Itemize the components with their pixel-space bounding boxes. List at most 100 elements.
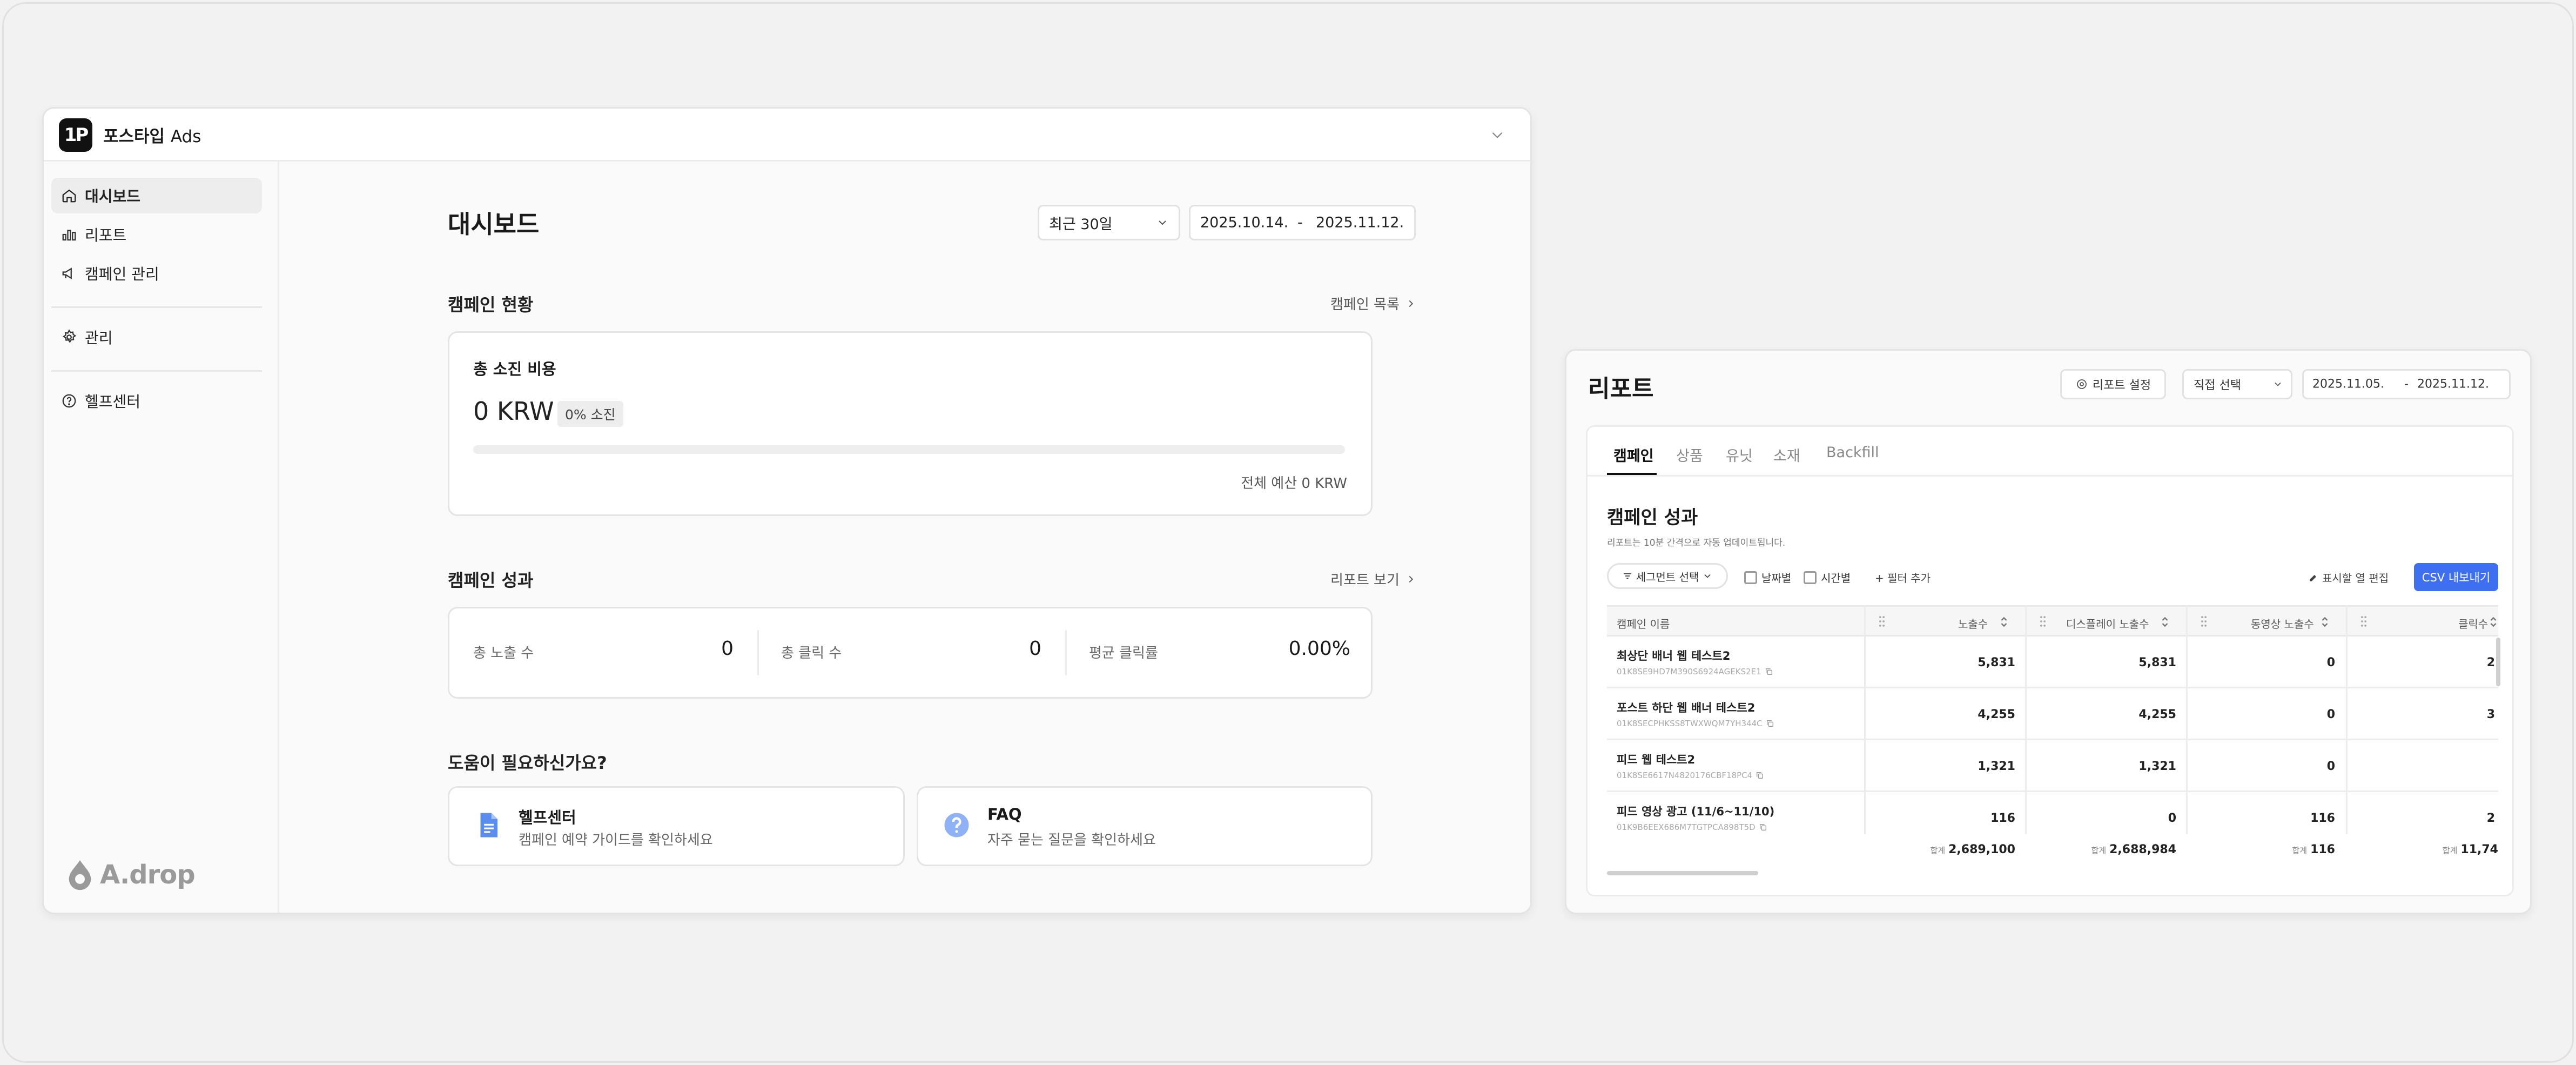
campaign-id-text: 01K8SE6617N4820176CBF18PC4 [1617,771,1753,780]
total-prefix: 합계 [2442,846,2458,855]
sidebar-item-help-center[interactable]: 헬프센터 [51,383,262,419]
edit-columns-button[interactable]: 표시할 열 편집 [2308,570,2389,585]
page-title: 대시보드 [448,210,540,239]
help-center-card[interactable]: 헬프센터 캠페인 예약 가이드를 확인하세요 [448,786,905,866]
app-title-light: Ads [170,127,201,146]
campaign-id-text: 01K8SE9HD7M390S6924AGEKS2E1 [1617,667,1761,676]
report-tabs: 캠페인 상품 유닛 소재 Backfill [1588,427,2512,477]
checkbox-box[interactable] [1804,571,1817,584]
campaign-id: 01K8SE9HD7M390S6924AGEKS2E1 [1617,667,1773,676]
question-icon [944,813,969,838]
performance-card: 총 노출 수 0 총 클릭 수 0 평균 클릭률 0.00% [448,607,1373,699]
tab-unit[interactable]: 유닛 [1726,444,1753,465]
filter-lines-icon [1623,573,1631,579]
hourly-checkbox[interactable]: 시간별 [1804,570,1851,585]
period-select-value: 최근 30일 [1049,216,1113,233]
spend-badge: 0% 소진 [557,401,623,427]
period-select[interactable]: 최근 30일 [1038,205,1180,240]
total-budget-text: 전체 예산 0 KRW [1241,475,1347,492]
chevron-down-icon[interactable] [1488,126,1506,144]
report-period-value: 직접 선택 [2194,379,2241,392]
copy-icon[interactable] [1759,823,1767,832]
help-card-sub: 자주 묻는 질문을 확인하세요 [987,832,1156,848]
col-header-clicks[interactable]: 클릭수 [2458,615,2488,631]
tab-backfill[interactable]: Backfill [1826,444,1879,461]
sidebar-divider [51,306,262,308]
checkbox-label: 날짜별 [1761,572,1792,585]
sort-icon[interactable] [2320,615,2330,628]
copy-icon[interactable] [1766,719,1774,728]
sidebar-item-admin[interactable]: 관리 [51,319,262,355]
view-report-link-label: 리포트 보기 [1330,572,1400,588]
adrop-brand-text: A.drop [100,860,196,890]
report-period-select[interactable]: 직접 선택 [2182,369,2292,399]
copy-icon[interactable] [1756,771,1764,780]
campaign-name[interactable]: 최상단 배너 웹 테스트2 [1617,647,1730,664]
table-row[interactable]: 최상단 배너 웹 테스트2 01K8SE9HD7M390S6924AGEKS2E… [1607,637,2498,688]
top-bar: 1P 포스타입 Ads [44,109,1530,162]
campaign-list-link[interactable]: 캠페인 목록 [1330,293,1417,313]
app-title: 포스타입 Ads [103,123,201,147]
tab-campaign[interactable]: 캠페인 [1613,444,1654,465]
sidebar-item-dashboard[interactable]: 대시보드 [51,178,262,213]
cell-impressions: 1,321 [1978,760,2015,773]
col-header-display-impressions[interactable]: 디스플레이 노출수 [2066,615,2149,631]
report-date-range[interactable]: 2025.11.05. - 2025.11.12. [2302,369,2511,399]
vertical-scrollbar[interactable] [2496,638,2500,686]
total-value: 2,688,984 [2109,843,2176,856]
app-logo[interactable]: 1P [59,118,92,152]
sidebar-item-label: 헬프센터 [85,393,141,411]
adrop-brand: A.drop [65,859,196,891]
daily-checkbox[interactable]: 날짜별 [1744,570,1791,585]
segment-select-button[interactable]: 세그먼트 선택 [1607,563,1728,589]
date-start: 2025.10.14. [1200,214,1289,231]
sort-icon[interactable] [2160,615,2170,628]
drag-handle-icon[interactable] [2360,615,2368,627]
copy-icon[interactable] [1765,667,1773,676]
cell-display-impressions: 5,831 [2138,656,2176,669]
col-header-video-impressions[interactable]: 동영상 노출수 [2251,615,2314,631]
metric-label: 총 클릭 수 [781,645,842,661]
collapse-sidebar-icon[interactable] [234,913,253,914]
campaign-name[interactable]: 포스트 하단 웹 배너 테스트2 [1617,699,1755,715]
sort-icon[interactable] [2488,615,2498,628]
drag-handle-icon[interactable] [2039,615,2047,627]
sidebar-divider [51,370,262,372]
spend-card: 총 소진 비용 0 KRW 0% 소진 전체 예산 0 KRW [448,331,1373,516]
report-settings-button[interactable]: 리포트 설정 [2060,369,2166,399]
checkbox-box[interactable] [1744,571,1757,584]
add-filter-button[interactable]: + 필터 추가 [1875,570,1931,585]
metric-value: 0 [1029,638,1041,660]
dashboard-window: 1P 포스타입 Ads 대시보드 리포트 캠페인 관리 관리 헬프센터 A.dr… [42,107,1532,914]
drag-handle-icon[interactable] [2200,615,2208,627]
drag-handle-icon[interactable] [1878,615,1886,627]
adrop-drop-icon [69,860,91,890]
col-header-campaign-name[interactable]: 캠페인 이름 [1617,615,1670,631]
col-header-impressions[interactable]: 노출수 [1958,615,1988,631]
sort-icon[interactable] [1999,615,2009,628]
sidebar-item-report[interactable]: 리포트 [51,217,262,252]
cell-video-impressions: 0 [2326,708,2335,721]
cell-video-impressions: 0 [2326,760,2335,773]
report-settings-label: 리포트 설정 [2092,379,2151,392]
table-row[interactable]: 피드 웹 테스트2 01K8SE6617N4820176CBF18PC4 1,3… [1607,740,2498,792]
section-title: 캠페인 성과 [1607,507,1698,528]
date-range-picker[interactable]: 2025.10.14. - 2025.11.12. [1189,205,1416,240]
gear-icon [62,329,77,343]
campaign-id-text: 01K9B6EEX686M7TGTPCA898T5D [1617,822,1756,832]
horizontal-scrollbar[interactable] [1607,871,1758,875]
view-report-link[interactable]: 리포트 보기 [1330,569,1417,589]
total-value: 2,689,100 [1948,843,2015,856]
csv-export-button[interactable]: CSV 내보내기 [2414,563,2498,591]
table-row[interactable]: 포스트 하단 웹 배너 테스트2 01K8SECPHKSS8TWXWQM7YH3… [1607,688,2498,740]
tab-creative[interactable]: 소재 [1773,444,1800,465]
cell-clicks: 2 [2346,812,2495,825]
tab-product[interactable]: 상품 [1676,444,1703,465]
metric-label: 평균 클릭률 [1089,645,1158,661]
faq-card[interactable]: FAQ 자주 묻는 질문을 확인하세요 [917,786,1373,866]
campaign-id: 01K9B6EEX686M7TGTPCA898T5D [1617,822,1767,832]
campaign-name[interactable]: 피드 웹 테스트2 [1617,751,1695,767]
help-card-title: FAQ [987,805,1022,823]
sidebar-item-campaign-management[interactable]: 캠페인 관리 [51,256,262,291]
campaign-name[interactable]: 피드 영상 광고 (11/6~11/10) [1617,803,1774,819]
